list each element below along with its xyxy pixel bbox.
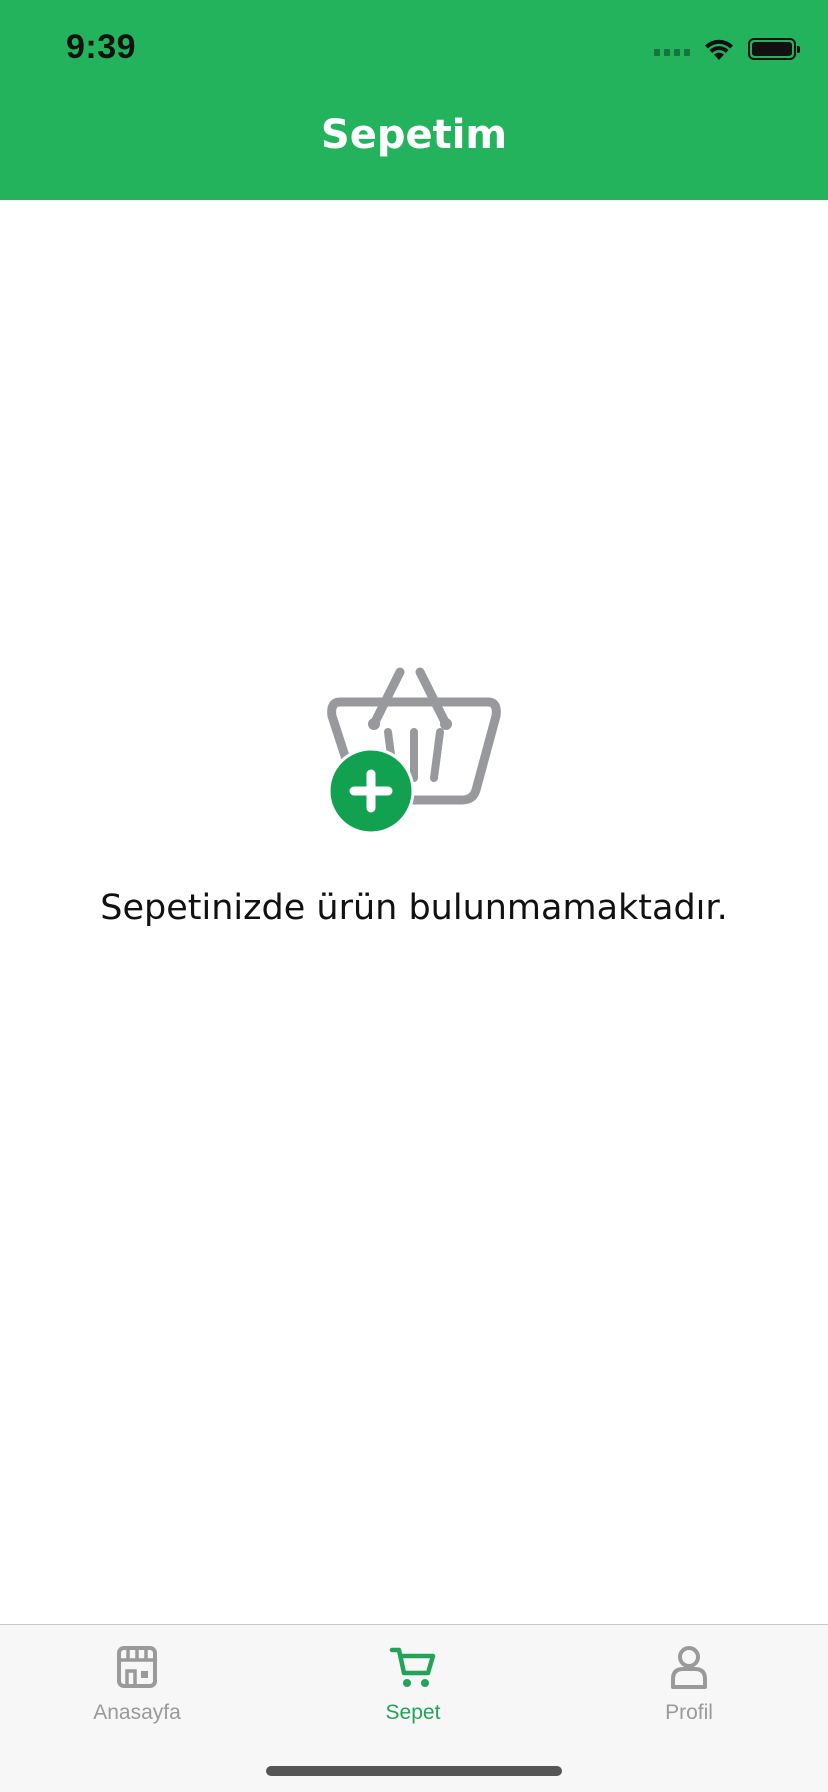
store-icon (117, 1646, 157, 1688)
battery-icon (748, 38, 800, 60)
tab-profile[interactable]: Profil (589, 1643, 789, 1725)
tab-cart-label: Sepet (385, 1701, 441, 1724)
cellular-signal-icon (654, 42, 690, 56)
cart-screen: 9:39 Sepetim Sepetinizde ürün bulunmamak… (0, 0, 828, 1792)
tab-cart[interactable]: Sepet (313, 1643, 513, 1725)
tab-home[interactable]: Anasayfa (37, 1643, 237, 1725)
user-icon (671, 1646, 707, 1689)
home-indicator (266, 1766, 562, 1776)
cart-icon (389, 1647, 436, 1687)
shopping-basket-add-icon (327, 667, 501, 835)
status-icons (654, 34, 800, 64)
wifi-icon (705, 39, 733, 60)
tab-profile-label: Profil (665, 1701, 713, 1724)
status-time: 9:39 (66, 28, 137, 66)
empty-cart-message: Sepetinizde ürün bulunmamaktadır. (100, 888, 728, 928)
header: 9:39 Sepetim (0, 0, 828, 200)
page-title: Sepetim (320, 112, 508, 158)
tab-home-label: Anasayfa (93, 1701, 181, 1724)
